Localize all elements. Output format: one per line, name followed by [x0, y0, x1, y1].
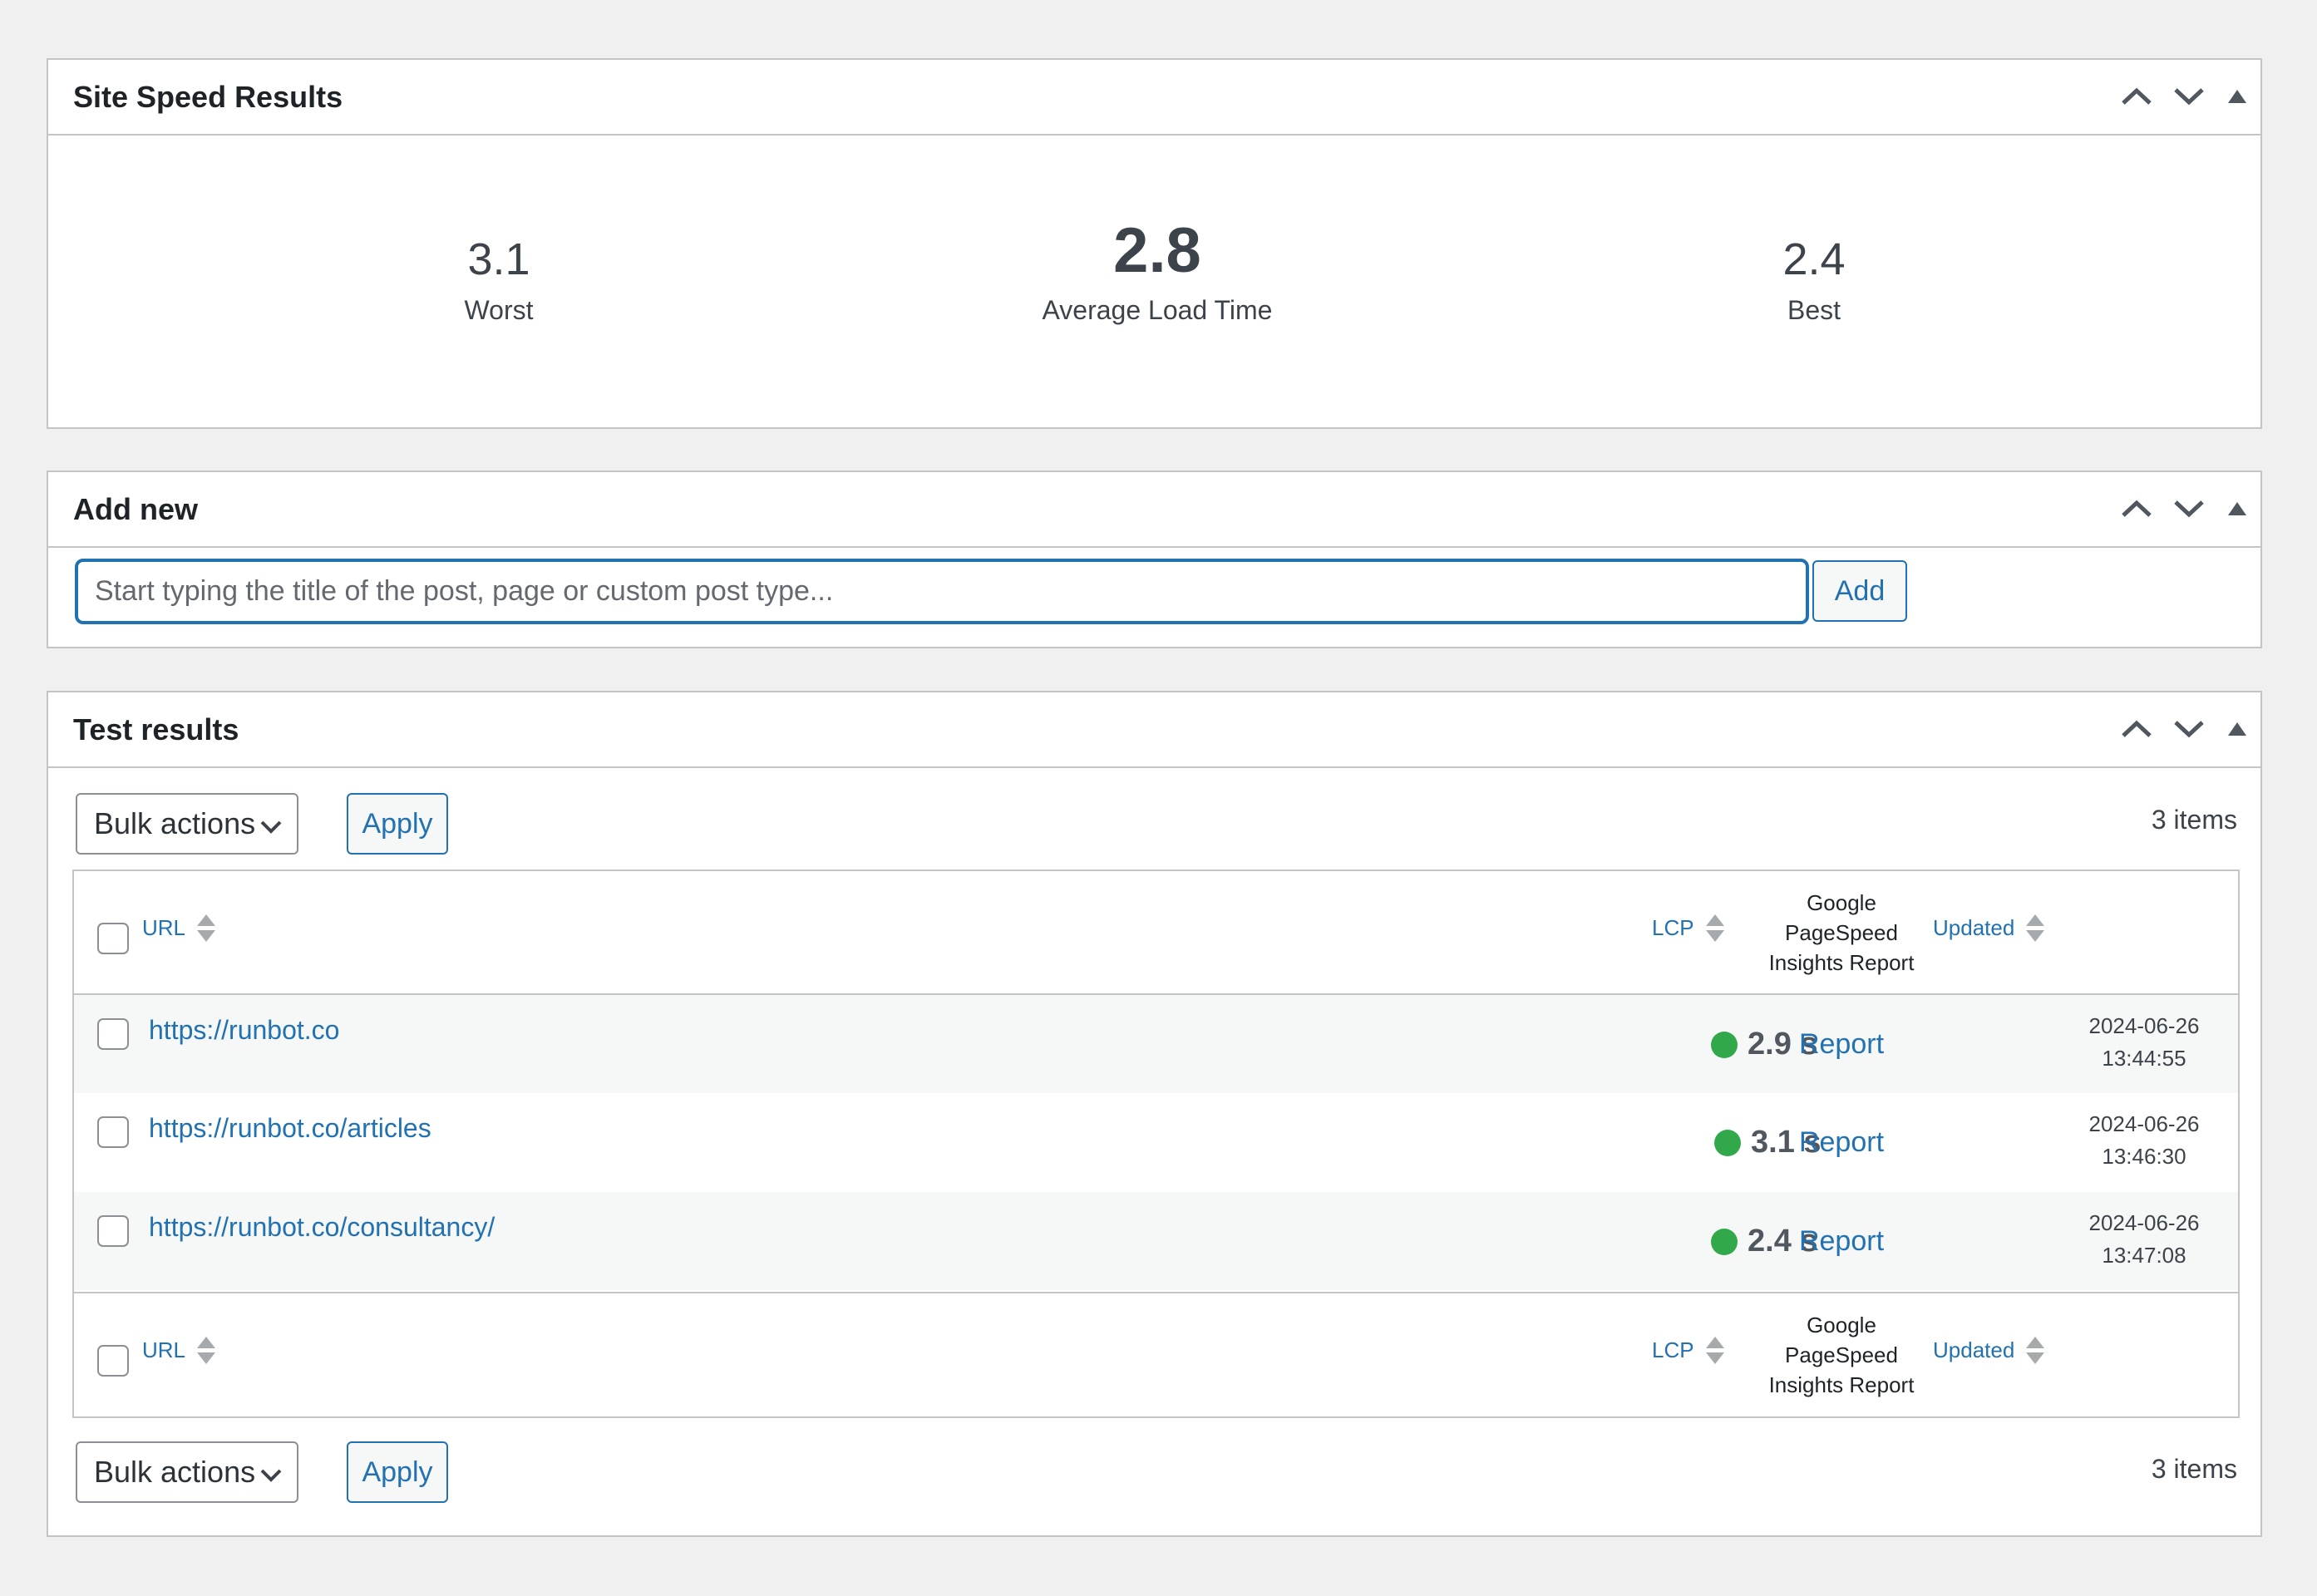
- updated-time: 13:47:08: [2102, 1243, 2186, 1268]
- sort-icon: [197, 1337, 216, 1364]
- column-url-sort[interactable]: URL: [142, 914, 216, 942]
- report-link[interactable]: Report: [1742, 1028, 1941, 1061]
- panel-title: Test results: [73, 712, 239, 746]
- stat-worst: 3.1 Worst: [249, 234, 748, 326]
- column-updated-sort[interactable]: Updated: [1933, 914, 2045, 942]
- triangle-up-icon[interactable]: [2217, 489, 2257, 529]
- column-report-line: Insights Report: [1768, 1372, 1915, 1397]
- panel-header: Add new: [48, 472, 2260, 548]
- column-url-sort[interactable]: URL: [142, 1337, 216, 1364]
- items-count-top: 3 items: [2151, 805, 2237, 835]
- triangle-up-icon[interactable]: [2217, 76, 2257, 116]
- table-header-row: URL LCP Google PageSpeed Insights Report…: [74, 871, 2238, 995]
- sort-icon: [2026, 1337, 2045, 1364]
- column-report-line: Insights Report: [1768, 950, 1915, 975]
- url-link[interactable]: https://runbot.co/articles: [149, 1113, 431, 1144]
- column-report-label: Google PageSpeed Insights Report: [1742, 888, 1941, 978]
- url-link[interactable]: https://runbot.co: [149, 1015, 339, 1046]
- row-checkbox[interactable]: [97, 1215, 129, 1247]
- column-lcp-sort[interactable]: LCP: [1652, 914, 1724, 942]
- stat-best-value: 2.4: [1782, 234, 1846, 284]
- apply-button-bottom[interactable]: Apply: [347, 1441, 448, 1503]
- panel-header: Site Speed Results: [48, 60, 2260, 135]
- updated-date: 2024-06-26: [2088, 1013, 2200, 1038]
- chevron-down-icon[interactable]: [2169, 709, 2209, 749]
- column-updated-sort[interactable]: Updated: [1933, 1337, 2045, 1364]
- add-new-panel: Add new Add: [47, 470, 2262, 648]
- column-report-line: PageSpeed: [1785, 920, 1898, 945]
- column-report-line: Google: [1807, 1313, 1876, 1337]
- updated-datetime: 2024-06-26 13:46:30: [2061, 1108, 2227, 1173]
- updated-date: 2024-06-26: [2088, 1210, 2200, 1235]
- table-row: https://runbot.co 2.9 s Report 2024-06-26 13…: [74, 995, 2238, 1093]
- bulk-actions-selected: Bulk actions: [94, 806, 256, 840]
- chevron-up-icon[interactable]: [2117, 76, 2157, 116]
- test-results-panel: Test results Bulk actions Apply 3 items …: [47, 691, 2262, 1537]
- bulk-actions-select-bottom[interactable]: Bulk actions: [76, 1441, 298, 1503]
- stat-average-value: 2.8: [1113, 215, 1201, 286]
- status-dot-icon: [1714, 1129, 1741, 1156]
- column-url-label: URL: [142, 1337, 186, 1362]
- column-lcp-sort[interactable]: LCP: [1652, 1337, 1724, 1364]
- row-checkbox[interactable]: [97, 1116, 129, 1148]
- select-all-checkbox[interactable]: [97, 923, 129, 954]
- column-report-label: Google PageSpeed Insights Report: [1742, 1310, 1941, 1400]
- bulk-actions-selected: Bulk actions: [94, 1455, 256, 1489]
- panel-header: Test results: [48, 692, 2260, 768]
- select-all-checkbox-footer[interactable]: [97, 1345, 129, 1377]
- column-report-line: PageSpeed: [1785, 1342, 1898, 1367]
- column-updated-label: Updated: [1933, 915, 2015, 940]
- stat-worst-label: Worst: [464, 295, 534, 325]
- triangle-up-icon[interactable]: [2217, 709, 2257, 749]
- updated-datetime: 2024-06-26 13:47:08: [2061, 1207, 2227, 1272]
- stat-worst-value: 3.1: [467, 234, 530, 284]
- stat-best: 2.4 Best: [1565, 234, 2063, 326]
- updated-datetime: 2024-06-26 13:44:55: [2061, 1010, 2227, 1075]
- stat-average: 2.8 Average Load Time: [908, 218, 1407, 326]
- site-speed-panel: Site Speed Results 3.1 Worst 2.8 Average…: [47, 58, 2262, 429]
- sort-icon: [1705, 1337, 1724, 1364]
- stat-best-label: Best: [1787, 295, 1841, 325]
- column-report-line: Google: [1807, 890, 1876, 915]
- sort-icon: [1705, 914, 1724, 942]
- post-search-input[interactable]: [75, 559, 1809, 624]
- bulk-actions-select-top[interactable]: Bulk actions: [76, 793, 298, 855]
- table-footer-row: URL LCP Google PageSpeed Insights Report…: [74, 1292, 2238, 1416]
- chevron-down-icon[interactable]: [2169, 489, 2209, 529]
- url-link[interactable]: https://runbot.co/consultancy/: [149, 1212, 495, 1243]
- items-count-bottom: 3 items: [2151, 1454, 2237, 1484]
- sort-icon: [2026, 914, 2045, 942]
- column-updated-label: Updated: [1933, 1337, 2015, 1362]
- column-lcp-label: LCP: [1652, 915, 1694, 940]
- updated-time: 13:44:55: [2102, 1046, 2186, 1071]
- stat-average-label: Average Load Time: [1042, 295, 1273, 325]
- updated-time: 13:46:30: [2102, 1144, 2186, 1169]
- panel-title: Add new: [73, 492, 198, 526]
- sort-icon: [197, 914, 216, 942]
- apply-button-top[interactable]: Apply: [347, 793, 448, 855]
- chevron-down-icon: [260, 806, 282, 841]
- row-checkbox[interactable]: [97, 1018, 129, 1050]
- updated-date: 2024-06-26: [2088, 1111, 2200, 1136]
- status-dot-icon: [1711, 1228, 1738, 1255]
- add-button[interactable]: Add: [1812, 560, 1907, 622]
- column-lcp-label: LCP: [1652, 1337, 1694, 1362]
- report-link[interactable]: Report: [1742, 1126, 1941, 1159]
- chevron-up-icon[interactable]: [2117, 489, 2157, 529]
- table-row: https://runbot.co/consultancy/2.4 s Repor…: [74, 1192, 2238, 1290]
- results-table: URL LCP Google PageSpeed Insights Report…: [72, 869, 2240, 1418]
- table-row: https://runbot.co/articles 3.1 s Report 202…: [74, 1093, 2238, 1191]
- column-url-label: URL: [142, 915, 186, 940]
- chevron-up-icon[interactable]: [2117, 709, 2157, 749]
- panel-title: Site Speed Results: [73, 80, 343, 114]
- chevron-down-icon: [260, 1455, 282, 1490]
- status-dot-icon: [1711, 1031, 1738, 1058]
- chevron-down-icon[interactable]: [2169, 76, 2209, 116]
- report-link[interactable]: Report: [1742, 1225, 1941, 1258]
